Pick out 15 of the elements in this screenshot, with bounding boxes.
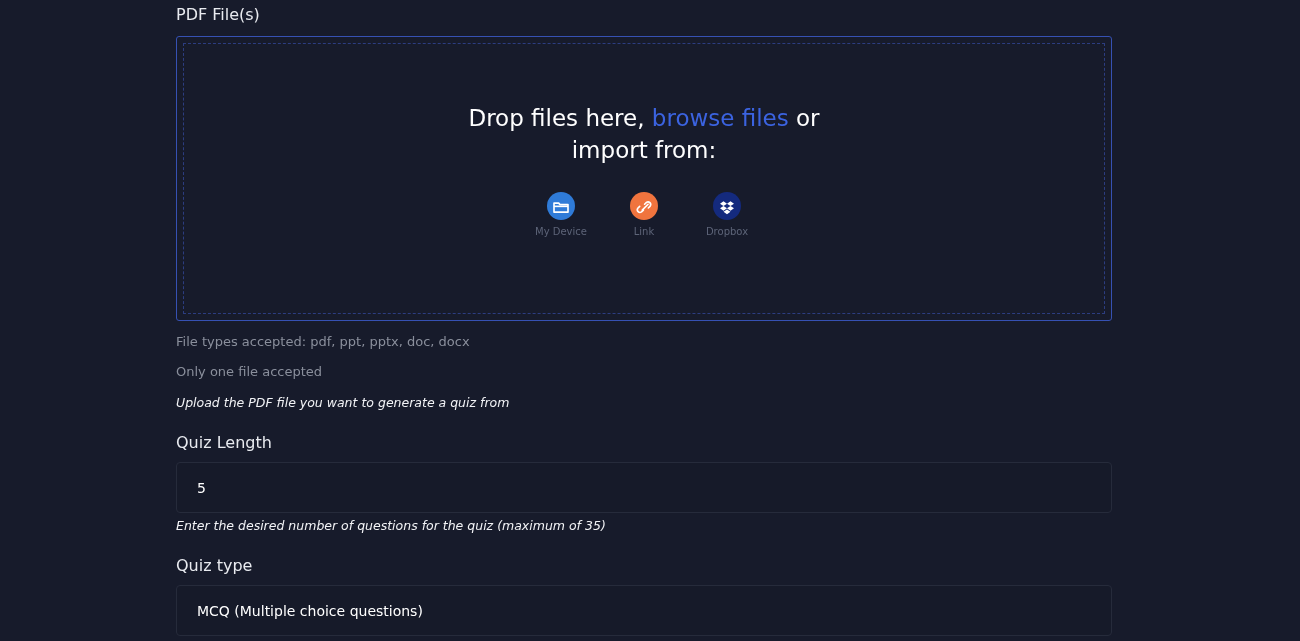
select-field[interactable]: MCQ (Multiple choice questions)	[176, 585, 1112, 636]
field-description: Enter the desired number of questions for the quiz (maximum of 35)	[176, 517, 607, 535]
import-source-button[interactable]: Dropbox	[701, 192, 753, 237]
hint-text: Only one file accepted	[176, 363, 324, 381]
dropzone[interactable]: Drop files here, browse files or import from: My Device Link Dropbox	[176, 36, 1112, 321]
import-source-button[interactable]: My Device	[535, 192, 587, 237]
browse-files-link[interactable]: browse files	[651, 105, 789, 131]
import-source-button[interactable]: Link	[618, 192, 670, 237]
input-field[interactable]: 5	[176, 462, 1112, 513]
field-label: Quiz type	[176, 555, 254, 577]
field-label: PDF File(s)	[176, 4, 261, 26]
drop-instructions: Drop files here, browse files or import from:	[467, 104, 821, 165]
field-description: Upload the PDF file you want to generate a quiz from	[176, 394, 511, 412]
hint-text: File types accepted: pdf, ppt, pptx, doc, docx	[176, 333, 471, 351]
field-label: Quiz Length	[176, 432, 273, 454]
